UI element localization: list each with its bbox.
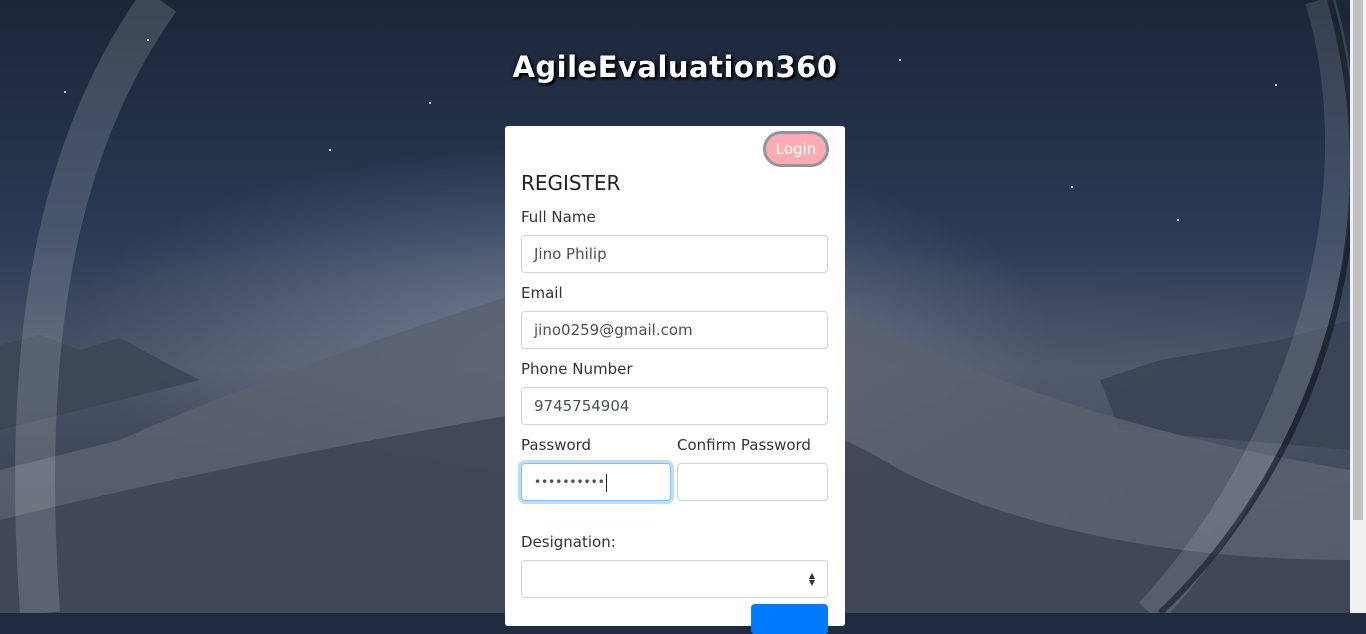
full-name-label: Full Name <box>521 208 596 226</box>
email-input[interactable]: jino0259@gmail.com <box>521 311 828 349</box>
submit-button[interactable] <box>751 604 828 634</box>
email-label: Email <box>521 284 563 302</box>
scrollbar-thumb[interactable] <box>1353 0 1363 520</box>
phone-number-value: 9745754904 <box>534 397 630 415</box>
password-label: Password <box>521 436 592 454</box>
register-card: Login REGISTER Full Name Jino Philip Ema… <box>505 126 845 634</box>
page-scrollbar[interactable] <box>1350 0 1366 613</box>
login-button[interactable]: Login <box>763 131 829 167</box>
password-input[interactable]: •••••••••• <box>521 463 671 501</box>
phone-number-label: Phone Number <box>521 360 633 378</box>
select-arrows-icon: ▲ ▼ <box>808 571 816 587</box>
phone-number-input[interactable]: 9745754904 <box>521 387 828 425</box>
full-name-input[interactable]: Jino Philip <box>521 235 828 273</box>
register-heading: REGISTER <box>521 171 621 195</box>
password-value: •••••••••• <box>534 475 605 489</box>
full-name-value: Jino Philip <box>534 245 607 263</box>
text-caret <box>605 473 607 492</box>
confirm-password-label: Confirm Password <box>677 436 811 454</box>
app-title: AgileEvaluation360 <box>512 50 838 84</box>
designation-select[interactable]: ▲ ▼ <box>521 560 828 598</box>
designation-label: Designation: <box>521 533 616 551</box>
email-value: jino0259@gmail.com <box>534 321 693 339</box>
confirm-password-input[interactable] <box>677 463 828 501</box>
